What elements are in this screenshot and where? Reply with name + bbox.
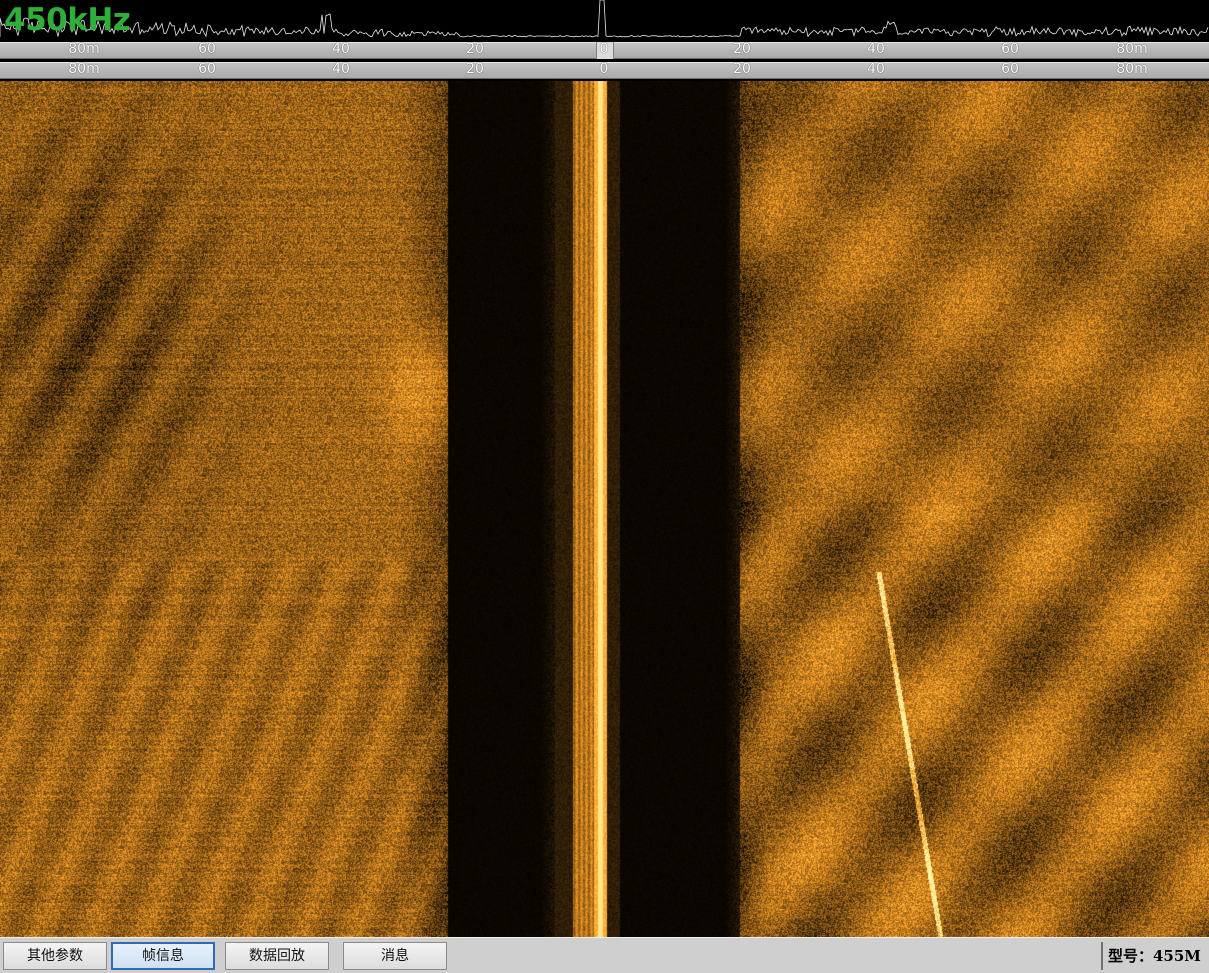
bottom-tab-bar: 其他参数 帧信息 数据回放 消息 型号：455M — [0, 937, 1209, 973]
ruler-top-tick-starboard-80: 80m — [1116, 41, 1148, 57]
ruler-top-tick-port-20: 20 — [466, 41, 484, 57]
amplitude-waveform-line — [0, 0, 1209, 38]
amplitude-waveform: 450kHz — [0, 0, 1209, 40]
tab-data-playback[interactable]: 数据回放 — [225, 942, 329, 970]
tab-other-parameters[interactable]: 其他参数 — [3, 942, 107, 970]
range-ruler-bottom: 80m 60 40 20 0 20 40 60 80m — [0, 61, 1209, 81]
sonar-viewer-window: 450kHz 80m 60 40 20 0 20 40 60 80m 80m 6… — [0, 0, 1209, 973]
ruler-bottom-tick-port-80: 80m — [68, 61, 100, 77]
ruler-top-tick-port-60: 60 — [198, 41, 216, 57]
amplitude-trace — [0, 0, 1209, 38]
ruler-bottom-tick-port-20: 20 — [466, 61, 484, 77]
ruler-top-tick-port-40: 40 — [332, 41, 350, 57]
ruler-top-tick-starboard-60: 60 — [1001, 41, 1019, 57]
tab-frame-info[interactable]: 帧信息 — [111, 942, 215, 970]
ruler-top-tick-starboard-40: 40 — [867, 41, 885, 57]
ruler-top-tick-zero: 0 — [599, 41, 609, 57]
frequency-label: 450kHz — [4, 2, 131, 38]
range-ruler-top[interactable]: 80m 60 40 20 0 20 40 60 80m — [0, 40, 1209, 61]
ruler-bottom-tick-port-60: 60 — [198, 61, 216, 77]
tab-messages[interactable]: 消息 — [343, 942, 447, 970]
ruler-bottom-tick-starboard-60: 60 — [1001, 61, 1019, 77]
side-scan-sonar-image[interactable] — [0, 81, 1209, 937]
ruler-bottom-tick-starboard-40: 40 — [867, 61, 885, 77]
status-separator — [1101, 942, 1103, 970]
ruler-top-tick-port-80: 80m — [68, 41, 100, 57]
ruler-top-tick-starboard-20: 20 — [733, 41, 751, 57]
ruler-bottom-tick-zero: 0 — [599, 61, 609, 77]
ruler-bottom-tick-port-40: 40 — [332, 61, 350, 77]
ruler-bottom-tick-starboard-80: 80m — [1116, 61, 1148, 77]
model-label: 型号：455M — [1108, 947, 1201, 965]
ruler-bottom-tick-starboard-20: 20 — [733, 61, 751, 77]
